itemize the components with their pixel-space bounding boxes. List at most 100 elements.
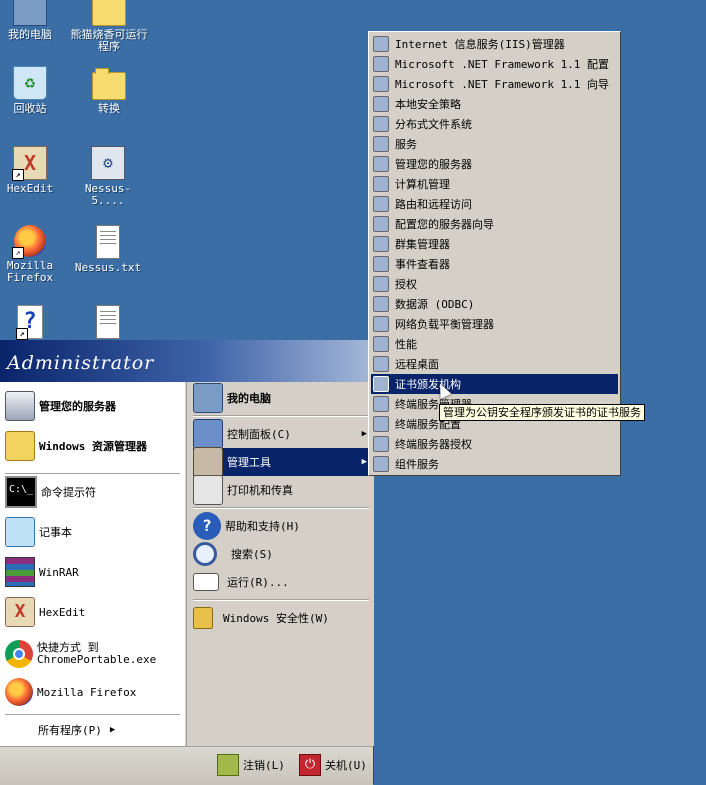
menu-item-label: 运行(R)... (227, 576, 289, 589)
submenu-item-label: Microsoft .NET Framework 1.1 向导 (395, 78, 610, 91)
desktop-icon-label: 回收站 (13, 102, 47, 115)
menu-item-windows-security[interactable]: Windows 安全性(W) (193, 604, 373, 632)
desktop-icon-label: 熊猫烧香可运行程序 (70, 28, 148, 53)
submenu-item[interactable]: 配置您的服务器向导 (371, 214, 618, 234)
all-programs-label: 所有程序(P) (38, 724, 102, 737)
text-file-icon (96, 225, 120, 259)
menu-item-my-computer[interactable]: 我的电脑 (193, 383, 371, 413)
admin-tools-icon (193, 447, 223, 477)
desktop-icon-help-file[interactable]: ? ↗ (0, 305, 68, 342)
submenu-item-label: 网络负载平衡管理器 (395, 318, 494, 331)
submenu-item[interactable]: Microsoft .NET Framework 1.1 配置 (371, 54, 618, 74)
submenu-item[interactable]: 性能 (371, 334, 618, 354)
menu-item-firefox[interactable]: Mozilla Firefox (5, 678, 183, 706)
certificate-authority-icon (373, 376, 389, 392)
submenu-item[interactable]: 事件查看器 (371, 254, 618, 274)
menu-item-label: 快捷方式 到 ChromePortable.exe (37, 642, 156, 666)
submenu-item-label: 性能 (395, 338, 417, 351)
submenu-item-label: 本地安全策略 (395, 98, 461, 111)
menu-item-label-line2: ChromePortable.exe (37, 653, 157, 666)
menu-item-manage-server[interactable]: 管理您的服务器 (5, 390, 183, 422)
start-menu: Administrator 管理您的服务器 Windows 资源管理器 C:\_… (0, 340, 374, 785)
submenu-item[interactable]: 数据源 (ODBC) (371, 294, 618, 314)
logoff-button[interactable]: 注销(L) (217, 753, 285, 777)
desktop-icon-firefox[interactable]: ↗ Mozilla Firefox (0, 225, 68, 284)
submenu-item[interactable]: 服务 (371, 134, 618, 154)
submenu-item-label: Microsoft .NET Framework 1.1 配置 (395, 58, 610, 71)
submenu-item-label: 数据源 (ODBC) (395, 298, 475, 311)
nessus-installer-icon: ⚙ (91, 146, 125, 180)
submenu-item[interactable]: 管理您的服务器 (371, 154, 618, 174)
menu-item-printers[interactable]: 打印机和传真 (193, 475, 373, 505)
desktop-icon-panda-folder[interactable]: 熊猫烧香可运行程序 (70, 0, 148, 53)
submenu-item[interactable]: 组件服务 (371, 454, 618, 474)
menu-item-control-panel[interactable]: 控制面板(C) ▶ (193, 419, 373, 449)
submenu-item[interactable]: Internet 信息服务(IIS)管理器 (371, 34, 618, 54)
menu-item-label: 控制面板(C) (227, 428, 291, 441)
help-icon: ? (193, 512, 221, 540)
desktop-icon-label: Nessus-5.... (84, 182, 132, 207)
submenu-item-label: 分布式文件系统 (395, 118, 472, 131)
desktop-icon-recycle-bin[interactable]: ♻ 回收站 (0, 66, 68, 115)
submenu-item[interactable]: Microsoft .NET Framework 1.1 向导 (371, 74, 618, 94)
start-menu-left-pane: 管理您的服务器 Windows 资源管理器 C:\_ 命令提示符 记事本 Win… (0, 382, 185, 746)
menu-item-cmd[interactable]: C:\_ 命令提示符 (5, 476, 183, 508)
licensing-icon (373, 276, 389, 292)
desktop-icon-label: Mozilla Firefox (6, 259, 54, 284)
menu-item-admin-tools[interactable]: 管理工具 ▶ (193, 447, 373, 477)
separator (193, 507, 369, 509)
terminal-services-manager-icon (373, 396, 389, 412)
key-icon (217, 754, 239, 776)
winrar-icon (5, 557, 35, 587)
submenu-item-label: 服务 (395, 138, 417, 151)
menu-item-run[interactable]: 运行(R)... (193, 568, 373, 596)
menu-item-windows-explorer[interactable]: Windows 资源管理器 (5, 430, 183, 462)
desktop-icon-text-file[interactable] (70, 305, 146, 342)
desktop-icon-convert-folder[interactable]: 转换 (71, 68, 147, 115)
event-viewer-icon (373, 256, 389, 272)
server-manage-icon (5, 391, 35, 421)
all-programs-button[interactable]: 所有程序(P) ▶ (38, 718, 138, 742)
desktop-icon-my-computer[interactable]: 我的电脑 (0, 0, 68, 41)
services-icon (373, 136, 389, 152)
dotnet-config-icon (373, 56, 389, 72)
separator (5, 473, 180, 475)
terminal-server-licensing-icon (373, 436, 389, 452)
desktop-icon-label: 转换 (98, 102, 120, 115)
menu-item-label: 记事本 (39, 526, 72, 539)
performance-icon (373, 336, 389, 352)
my-computer-icon (193, 383, 223, 413)
menu-item-chrome-portable[interactable]: 快捷方式 到 ChromePortable.exe (5, 638, 183, 670)
menu-item-hexedit[interactable]: X HexEdit (5, 597, 183, 627)
submenu-item[interactable]: 分布式文件系统 (371, 114, 618, 134)
printer-icon (193, 475, 223, 505)
dotnet-wizard-icon (373, 76, 389, 92)
submenu-item[interactable]: 授权 (371, 274, 618, 294)
submenu-item[interactable]: 远程桌面 (371, 354, 618, 374)
explorer-icon (5, 431, 35, 461)
component-services-icon (373, 456, 389, 472)
desktop-icon-label: HexEdit (6, 182, 54, 195)
menu-item-help[interactable]: ? 帮助和支持(H) (193, 512, 373, 540)
submenu-item[interactable]: 网络负载平衡管理器 (371, 314, 618, 334)
menu-item-winrar[interactable]: WinRAR (5, 557, 183, 587)
desktop-icon-hexedit[interactable]: X ↗ HexEdit (0, 146, 68, 195)
desktop-icon-nessus-installer[interactable]: ⚙ Nessus-5.... (70, 146, 146, 207)
menu-item-label: 帮助和支持(H) (225, 520, 300, 533)
server-manage-icon (373, 156, 389, 172)
submenu-item[interactable]: 计算机管理 (371, 174, 618, 194)
menu-item-label: 搜索(S) (231, 548, 273, 561)
shutdown-button[interactable]: ⏻ 关机(U) (299, 753, 367, 777)
search-icon (193, 542, 217, 566)
submenu-item[interactable]: 路由和远程访问 (371, 194, 618, 214)
firefox-icon (5, 678, 33, 706)
submenu-item[interactable]: 终端服务器授权 (371, 434, 618, 454)
control-panel-icon (193, 419, 223, 449)
menu-item-notepad[interactable]: 记事本 (5, 517, 183, 547)
submenu-item[interactable]: 群集管理器 (371, 234, 618, 254)
menu-item-search[interactable]: 搜索(S) (193, 540, 373, 568)
submenu-item[interactable]: 本地安全策略 (371, 94, 618, 114)
submenu-item-label: 证书颁发机构 (395, 378, 461, 391)
submenu-item[interactable]: 证书颁发机构 (371, 374, 618, 394)
desktop-icon-nessus-txt[interactable]: Nessus.txt (70, 225, 146, 274)
